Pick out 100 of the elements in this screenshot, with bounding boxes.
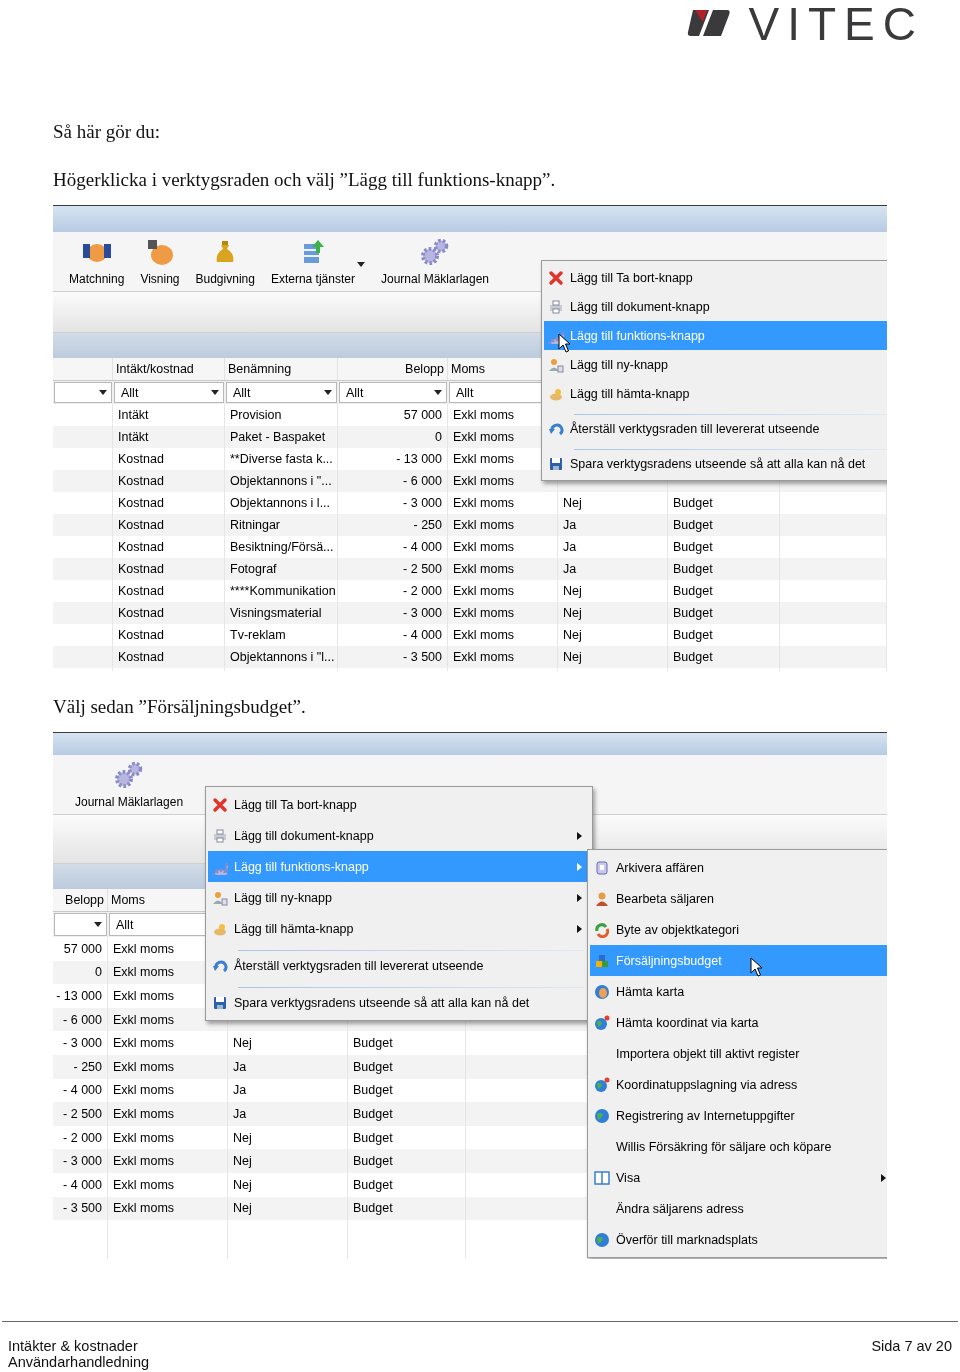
table-cell: 57 000 (53, 937, 108, 961)
menu-item[interactable]: Lägg till Ta bort-knapp (544, 263, 887, 292)
table-cell: Exkl moms (108, 1172, 228, 1197)
globe-icon (594, 1231, 610, 1248)
filter-field[interactable]: Allt (226, 382, 337, 403)
menu-item[interactable]: Hämta koordinat via karta (590, 1007, 887, 1038)
save-icon (548, 455, 564, 472)
printer-icon (212, 827, 228, 844)
table-cell: - 13 000 (53, 984, 108, 1008)
table-cell: Exkl moms (108, 1196, 228, 1221)
toolbar-button[interactable]: Journal Mäklarlagen (75, 761, 184, 809)
table-cell: Paket - Baspaket (225, 426, 338, 448)
table-cell: Nej (228, 1172, 348, 1197)
column-header[interactable]: Benämning (225, 358, 338, 380)
toolbar-button[interactable]: Visning (140, 238, 180, 286)
archive-icon (594, 859, 610, 876)
table-cell: Budget (348, 1054, 466, 1079)
table-cell: - 3 500 (53, 1196, 108, 1221)
logo-text: VITEC (748, 2, 924, 46)
menu-item[interactable]: Arkivera affären (590, 852, 887, 883)
user-icon (548, 356, 564, 373)
footer-text: Intäkter & kostnader (8, 1338, 139, 1354)
globe-icon (594, 983, 610, 1000)
instruction-text: Högerklicka i verktygsraden och välj ”Lägg till funktions-knapp”. (53, 168, 557, 192)
caret-icon (577, 862, 582, 871)
table-cell: Kostnad (113, 558, 225, 580)
menu-item[interactable]: Överför till marknadsplats (590, 1224, 887, 1255)
table-cell: Kostnad (113, 646, 225, 668)
table-cell: - 3 000 (338, 602, 448, 624)
globe-icon (594, 1076, 610, 1093)
table-cell: - 2 500 (53, 1102, 108, 1126)
arrows-icon (594, 921, 610, 938)
globe-icon (594, 1014, 610, 1031)
cursor-icon (750, 957, 763, 977)
columns-icon (594, 1169, 610, 1186)
table-cell: 0 (338, 426, 448, 448)
column-header[interactable]: Belopp (338, 358, 448, 380)
table-cell: - 250 (338, 514, 448, 536)
menu-item[interactable]: Lägg till dokument-knapp (544, 292, 887, 321)
menu-item[interactable]: Importera objekt till aktivt register (590, 1038, 887, 1069)
table-cell: Visningsmaterial (225, 602, 338, 624)
column-header[interactable]: Belopp (53, 889, 108, 911)
table-cell: Kostnad (113, 470, 225, 492)
menu-item[interactable]: Hämta karta (590, 976, 887, 1007)
toolbar-button[interactable]: Matchning (69, 238, 125, 286)
table-cell: Ritningar (225, 514, 338, 536)
table-cell: Nej (228, 1031, 348, 1055)
table-cell: Exkl moms (108, 1102, 228, 1126)
table-cell: Budget (668, 602, 780, 624)
user-icon (212, 889, 228, 906)
menu-item[interactable]: Koordinatuppslagning via adress (590, 1069, 887, 1100)
caret-icon (577, 893, 582, 902)
table-cell: 0 (53, 960, 108, 985)
filter-field[interactable] (54, 382, 112, 403)
table-cell: Fotograf (225, 558, 338, 580)
caret-icon (99, 390, 107, 395)
menu-item[interactable]: Willis Försäkring för säljare och köpare (590, 1131, 887, 1162)
instruction-text: Välj sedan ”Försäljningsbudget”. (53, 695, 307, 719)
blocks-icon (594, 952, 610, 969)
table-cell: - 6 000 (338, 470, 448, 492)
gears-icon (115, 761, 144, 789)
menu-item[interactable]: Lägg till Ta bort-knapp (208, 789, 590, 820)
caret-icon (94, 922, 102, 927)
menu-item[interactable]: Lägg till dokument-knapp (208, 820, 590, 851)
table-cell: Exkl moms (108, 1054, 228, 1079)
table-cell: - 2 500 (338, 558, 448, 580)
table-cell: - 3 500 (338, 646, 448, 668)
globe-icon (594, 1107, 610, 1124)
column-header[interactable]: Intäkt/kostnad (113, 358, 225, 380)
caret-icon (577, 924, 582, 933)
filter-field[interactable]: Allt (114, 382, 224, 403)
table-cell: Nej (558, 602, 668, 624)
table-cell: Budget (348, 1172, 466, 1197)
caret-icon (881, 1173, 886, 1182)
toolbar-button[interactable]: Externa tjänster (270, 238, 365, 286)
table-cell: Ja (228, 1102, 348, 1126)
cross-icon (212, 796, 228, 813)
undo-icon (212, 957, 228, 974)
toolbar-button[interactable]: Journal Mäklarlagen (380, 238, 489, 286)
table-cell: Budget (348, 1196, 466, 1221)
table-cell: Nej (558, 646, 668, 668)
table-cell: Kostnad (113, 514, 225, 536)
caret-icon (434, 390, 442, 395)
menu-item[interactable]: Byte av objektkategori (590, 914, 887, 945)
table-cell: Exkl moms (448, 646, 558, 668)
table-cell: Ja (228, 1054, 348, 1079)
menu-item[interactable]: Registrering av Internetuppgifter (590, 1100, 887, 1131)
menu-item[interactable]: Ändra säljarens adress (590, 1193, 887, 1224)
menu-item[interactable]: Visa (590, 1162, 887, 1193)
filter-field[interactable] (54, 913, 107, 936)
table-cell: Nej (228, 1196, 348, 1221)
table-cell: Budget (348, 1102, 466, 1126)
cross-icon (548, 269, 564, 286)
table-cell: Budget (668, 646, 780, 668)
filter-field[interactable]: Allt (339, 382, 447, 403)
save-icon (212, 994, 228, 1011)
toolbar-button[interactable]: Budgivning (195, 238, 255, 286)
table-cell: Exkl moms (448, 602, 558, 624)
menu-item[interactable]: Bearbeta säljaren (590, 883, 887, 914)
table-cell: Kostnad (113, 602, 225, 624)
